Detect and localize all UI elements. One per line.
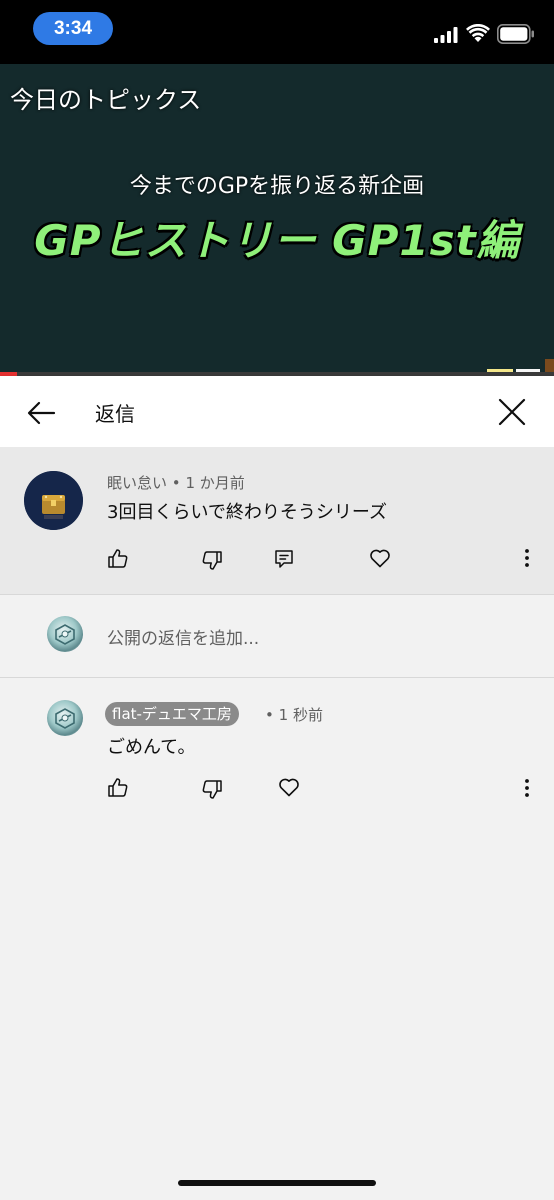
- video-topic-label: 今日のトピックス: [10, 86, 202, 114]
- close-icon[interactable]: [496, 396, 528, 428]
- reply-icon[interactable]: [273, 548, 295, 570]
- video-player[interactable]: 今日のトピックス 今までのGPを振り返る新企画 GPヒストリー GP1st編: [0, 64, 554, 376]
- wifi-icon: [466, 24, 490, 42]
- thumbs-up-icon[interactable]: [107, 776, 129, 798]
- avatar: [47, 616, 83, 652]
- heart-icon[interactable]: [369, 547, 391, 569]
- heart-icon[interactable]: [278, 776, 300, 798]
- comment-meta: 眠い怠い • 1 か月前: [107, 472, 245, 493]
- divider: [0, 594, 554, 595]
- avatar[interactable]: [47, 700, 83, 736]
- avatar-image: [24, 471, 83, 530]
- home-indicator[interactable]: [178, 1180, 376, 1186]
- reply-text: ごめんて。: [107, 737, 196, 758]
- add-reply-input[interactable]: 公開の返信を追加...: [107, 624, 259, 649]
- thumbs-up-icon[interactable]: [107, 547, 129, 569]
- comment-time: 1 か月前: [185, 474, 245, 492]
- reply-time: 1 秒前: [278, 706, 323, 724]
- avatar-image: [55, 708, 75, 729]
- avatar[interactable]: [24, 471, 83, 530]
- more-vertical-icon[interactable]: [521, 777, 533, 799]
- more-vertical-icon[interactable]: [521, 547, 533, 569]
- thumbs-down-icon[interactable]: [201, 779, 223, 801]
- replies-header: 返信: [0, 376, 554, 447]
- video-title: GPヒストリー GP1st編: [34, 216, 520, 265]
- thumbs-down-icon[interactable]: [201, 550, 223, 572]
- battery-icon: [497, 24, 534, 44]
- status-bar: 3:34: [0, 0, 554, 64]
- reply-meta: • 1 秒前: [265, 704, 323, 725]
- meta-separator: •: [265, 706, 274, 724]
- page-title: 返信: [95, 402, 135, 426]
- meta-separator: •: [171, 474, 181, 492]
- cellular-signal-icon: [434, 27, 458, 43]
- video-subtitle: 今までのGPを振り返る新企画: [129, 174, 425, 199]
- comment-text: 3回目くらいで終わりそうシリーズ: [107, 502, 388, 523]
- divider: [0, 677, 554, 678]
- status-time: 3:34: [33, 12, 113, 45]
- arrow-left-icon[interactable]: [24, 396, 58, 430]
- parent-comment: 眠い怠い • 1 か月前 3回目くらいで終わりそうシリーズ: [0, 447, 554, 594]
- comment-author[interactable]: 眠い怠い: [107, 474, 167, 492]
- avatar-image: [55, 624, 75, 645]
- reply-author-chip[interactable]: flat-デュエマ工房: [105, 702, 239, 726]
